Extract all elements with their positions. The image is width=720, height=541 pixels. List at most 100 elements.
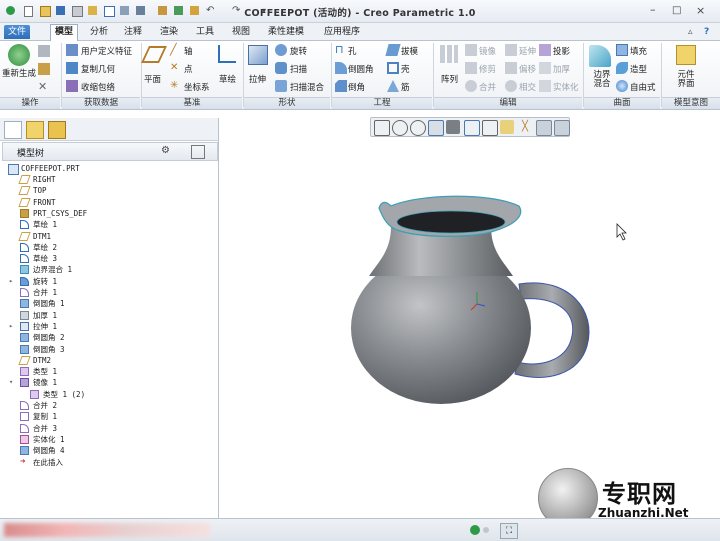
freestyle-button[interactable]: 自由式	[630, 81, 656, 93]
group-editing-label[interactable]: 编辑	[434, 97, 582, 109]
tree-item[interactable]: 草绘 2	[20, 242, 57, 253]
close-icon[interactable]: ×	[696, 4, 709, 17]
tree-item[interactable]: 合并 3	[20, 423, 57, 434]
datum-points-icon[interactable]	[536, 120, 552, 136]
repaint-icon[interactable]	[428, 120, 444, 136]
tab-view[interactable]: 视图	[228, 25, 254, 39]
tree-item[interactable]: 类型 1	[20, 366, 57, 377]
tab-file[interactable]: 文件	[4, 25, 31, 39]
copy-icon[interactable]	[38, 45, 50, 57]
round-button[interactable]: 倒圆角	[348, 63, 374, 75]
delete-icon[interactable]: ✕	[38, 81, 50, 93]
shell-button[interactable]: 壳	[401, 63, 410, 75]
group-engineering-label[interactable]: 工程	[332, 97, 432, 109]
tree-item[interactable]: 合并 1	[20, 287, 57, 298]
shrinkwrap-button[interactable]: 收缩包络	[81, 81, 115, 93]
hole-button[interactable]: 孔	[348, 45, 357, 57]
tree-item[interactable]: 边界混合 1	[20, 264, 72, 275]
rib-button[interactable]: 筋	[401, 81, 410, 93]
maximize-icon[interactable]: □	[672, 4, 685, 17]
fill-button[interactable]: 填充	[630, 45, 647, 57]
axis-button[interactable]: 轴	[184, 45, 193, 57]
tree-item[interactable]: ▾ 镜像 1	[9, 377, 57, 388]
tab-model[interactable]: 模型	[50, 24, 79, 41]
tree-item[interactable]: 倒圆角 3	[20, 344, 65, 355]
datum-planes-icon[interactable]	[500, 120, 514, 134]
extrude-button[interactable]: 拉伸	[249, 73, 266, 85]
refit-icon[interactable]	[374, 120, 390, 136]
point-button[interactable]: 点	[184, 63, 193, 75]
zoom-in-icon[interactable]	[392, 120, 408, 136]
group-model-intent-label[interactable]: 模型意图	[662, 97, 720, 109]
sweep-button[interactable]: 扫描	[290, 63, 307, 75]
revolve-button[interactable]: 旋转	[290, 45, 307, 57]
tree-item[interactable]: 合并 2	[20, 400, 57, 411]
tree-item[interactable]: ➜ 在此插入	[20, 457, 63, 468]
tab-analysis[interactable]: 分析	[86, 25, 112, 39]
tree-item[interactable]: 草绘 1	[20, 219, 57, 230]
tree-item[interactable]: ▸ 旋转 1	[9, 276, 57, 287]
pattern-button[interactable]: 阵列	[441, 73, 458, 85]
swept-blend-button[interactable]: 扫描混合	[290, 81, 324, 93]
intersect-button[interactable]: 相交	[519, 81, 536, 93]
tree-root[interactable]: COFFEEPOT.PRT	[8, 163, 80, 175]
group-shapes-label[interactable]: 形状	[244, 97, 330, 109]
tree-item[interactable]: DTM2	[18, 355, 51, 366]
user-defined-feature-button[interactable]: 用户定义特征	[81, 45, 132, 57]
boundary-blend-button[interactable]: 边界混合	[590, 71, 614, 89]
tab-applications[interactable]: 应用程序	[320, 25, 364, 39]
group-datum-label[interactable]: 基准	[142, 97, 242, 109]
view-manager-icon[interactable]	[482, 120, 498, 136]
tree-item[interactable]: 倒圆角 2	[20, 332, 65, 343]
trim-button[interactable]: 修剪	[479, 63, 496, 75]
tree-item[interactable]: 类型 1 (2)	[30, 389, 85, 400]
paste-icon[interactable]	[38, 63, 50, 75]
tab-render[interactable]: 渲染	[156, 25, 182, 39]
ribbon-collapse-icon[interactable]: ▵	[684, 25, 697, 39]
tree-item[interactable]: FRONT	[18, 197, 56, 208]
group-get-data-label[interactable]: 获取数据	[62, 97, 140, 109]
expand-toggle-icon[interactable]: ▾	[9, 379, 16, 386]
show-menu-icon[interactable]	[191, 145, 205, 159]
plane-button[interactable]: 平面	[144, 73, 161, 85]
tab-tools[interactable]: 工具	[192, 25, 218, 39]
component-interface-button[interactable]: 元件界面	[675, 71, 697, 89]
tree-item[interactable]: PRT_CSYS_DEF	[20, 208, 87, 219]
tree-item[interactable]: RIGHT	[18, 174, 56, 185]
tree-item[interactable]: 复制 1	[20, 411, 57, 422]
extend-button[interactable]: 延伸	[519, 45, 536, 57]
tree-item[interactable]: ▸ 拉伸 1	[9, 321, 57, 332]
solidify-button[interactable]: 实体化	[553, 81, 579, 93]
merge-button[interactable]: 合并	[479, 81, 496, 93]
model-tree-tab-icon[interactable]	[4, 121, 22, 139]
tree-item[interactable]: 加厚 1	[20, 310, 57, 321]
project-button[interactable]: 投影	[553, 45, 570, 57]
zoom-out-icon[interactable]	[410, 120, 426, 136]
draft-button[interactable]: 拔模	[401, 45, 418, 57]
tree-item[interactable]: 实体化 1	[20, 434, 65, 445]
favorites-tab-icon[interactable]	[48, 121, 66, 139]
regenerate-button[interactable]: 重新生成	[2, 69, 36, 79]
tree-item[interactable]: DTM1	[18, 231, 51, 242]
help-icon[interactable]: ?	[700, 25, 713, 39]
coord-sys-button[interactable]: 坐标系	[184, 81, 210, 93]
tree-item[interactable]: 倒圆角 4	[20, 445, 65, 456]
coord-sys-display-icon[interactable]	[554, 120, 570, 136]
graphics-viewport[interactable]	[219, 136, 720, 518]
tree-settings-icon[interactable]: ⚙	[161, 145, 173, 157]
tab-annotate[interactable]: 注释	[120, 25, 146, 39]
group-operations-label[interactable]: 操作	[0, 97, 60, 109]
saved-views-icon[interactable]	[464, 120, 480, 136]
folder-browser-tab-icon[interactable]	[26, 121, 44, 139]
style-button[interactable]: 造型	[630, 63, 647, 75]
group-surfaces-label[interactable]: 曲面	[584, 97, 660, 109]
tree-item[interactable]: TOP	[18, 185, 47, 196]
tree-item[interactable]: 倒圆角 1	[20, 298, 65, 309]
offset-button[interactable]: 偏移	[519, 63, 536, 75]
tab-flexible-modeling[interactable]: 柔性建模	[264, 25, 308, 39]
display-style-icon[interactable]	[446, 120, 460, 134]
minimize-icon[interactable]: –	[650, 4, 663, 17]
copy-geometry-button[interactable]: 复制几何	[81, 63, 115, 75]
expand-toggle-icon[interactable]: ▸	[9, 277, 16, 285]
tree-item[interactable]: 草绘 3	[20, 253, 57, 264]
